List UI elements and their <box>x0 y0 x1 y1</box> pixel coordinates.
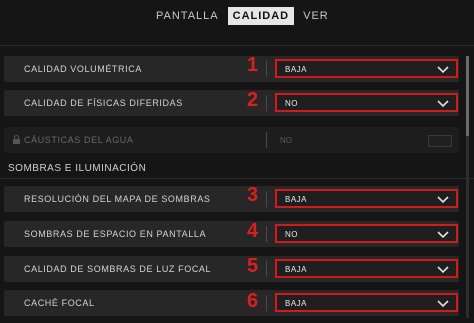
setting-row-shadow-map[interactable]: RESOLUCIÓN DEL MAPA DE SOMBRAS BAJA <box>4 186 459 212</box>
setting-label: RESOLUCIÓN DEL MAPA DE SOMBRAS <box>24 194 211 204</box>
dropdown-value: BAJA <box>285 265 308 274</box>
spot-shadow-quality-dropdown[interactable]: BAJA <box>275 259 458 278</box>
chevron-down-icon <box>437 66 449 74</box>
marker-number: 6 <box>247 290 259 312</box>
tab-calidad[interactable]: CALIDAD <box>227 7 295 25</box>
chevron-down-icon <box>437 196 449 204</box>
divider <box>266 295 267 311</box>
setting-label: SOMBRAS DE ESPACIO EN PANTALLA <box>24 229 207 239</box>
setting-label: CALIDAD VOLUMÉTRICA <box>24 64 142 74</box>
dropdown-value: NO <box>285 230 298 239</box>
dropdown-value: NO <box>285 99 298 108</box>
setting-row-screen-space-shadows[interactable]: SOMBRAS DE ESPACIO EN PANTALLA NO <box>4 221 459 247</box>
setting-label: CÁUSTICAS DEL AGUA <box>24 135 134 145</box>
setting-label: CACHÉ FOCAL <box>24 298 95 308</box>
chevron-down-icon <box>437 266 449 274</box>
setting-row-volumetric[interactable]: CALIDAD VOLUMÉTRICA BAJA <box>4 56 459 82</box>
divider <box>266 261 267 277</box>
divider <box>0 178 474 179</box>
marker-number: 5 <box>247 255 259 277</box>
marker-number: 4 <box>247 220 259 242</box>
setting-row-caustics: CÁUSTICAS DEL AGUA NO <box>4 127 459 153</box>
setting-row-physics[interactable]: CALIDAD DE FÍSICAS DIFERIDAS NO <box>4 90 459 116</box>
divider <box>266 95 267 111</box>
scrollbar-thumb[interactable] <box>466 56 469 136</box>
dropdown-value: BAJA <box>285 65 308 74</box>
chevron-down-icon <box>437 300 449 308</box>
section-title: SOMBRAS E ILUMINACIÓN <box>8 163 147 174</box>
dropdown-value: BAJA <box>285 299 308 308</box>
volumetric-quality-dropdown[interactable]: BAJA <box>275 59 458 78</box>
divider <box>0 45 474 46</box>
chevron-down-icon <box>437 100 449 108</box>
setting-value: NO <box>280 136 292 145</box>
chevron-down-icon <box>437 231 449 239</box>
divider <box>266 132 267 148</box>
deferred-physics-dropdown[interactable]: NO <box>275 93 458 112</box>
settings-tabs: PANTALLA CALIDAD VER <box>151 7 334 25</box>
divider <box>266 226 267 242</box>
setting-label: CALIDAD DE FÍSICAS DIFERIDAS <box>24 98 183 108</box>
setting-label: CALIDAD DE SOMBRAS DE LUZ FOCAL <box>24 264 212 274</box>
tab-ver[interactable]: VER <box>298 7 334 25</box>
scrollbar[interactable] <box>466 56 469 318</box>
marker-number: 1 <box>247 54 259 76</box>
shadow-map-resolution-dropdown[interactable]: BAJA <box>275 189 458 208</box>
setting-row-spot-shadows[interactable]: CALIDAD DE SOMBRAS DE LUZ FOCAL BAJA <box>4 256 459 282</box>
setting-row-spot-cache[interactable]: CACHÉ FOCAL BAJA <box>4 290 459 316</box>
divider <box>266 191 267 207</box>
dropdown-value: BAJA <box>285 195 308 204</box>
divider <box>266 61 267 77</box>
lock-icon <box>13 135 20 144</box>
marker-number: 2 <box>247 89 259 111</box>
toggle-switch <box>428 135 452 147</box>
spot-cache-dropdown[interactable]: BAJA <box>275 293 458 312</box>
screen-space-shadows-dropdown[interactable]: NO <box>275 224 458 243</box>
tab-pantalla[interactable]: PANTALLA <box>151 7 224 25</box>
marker-number: 3 <box>247 184 259 206</box>
